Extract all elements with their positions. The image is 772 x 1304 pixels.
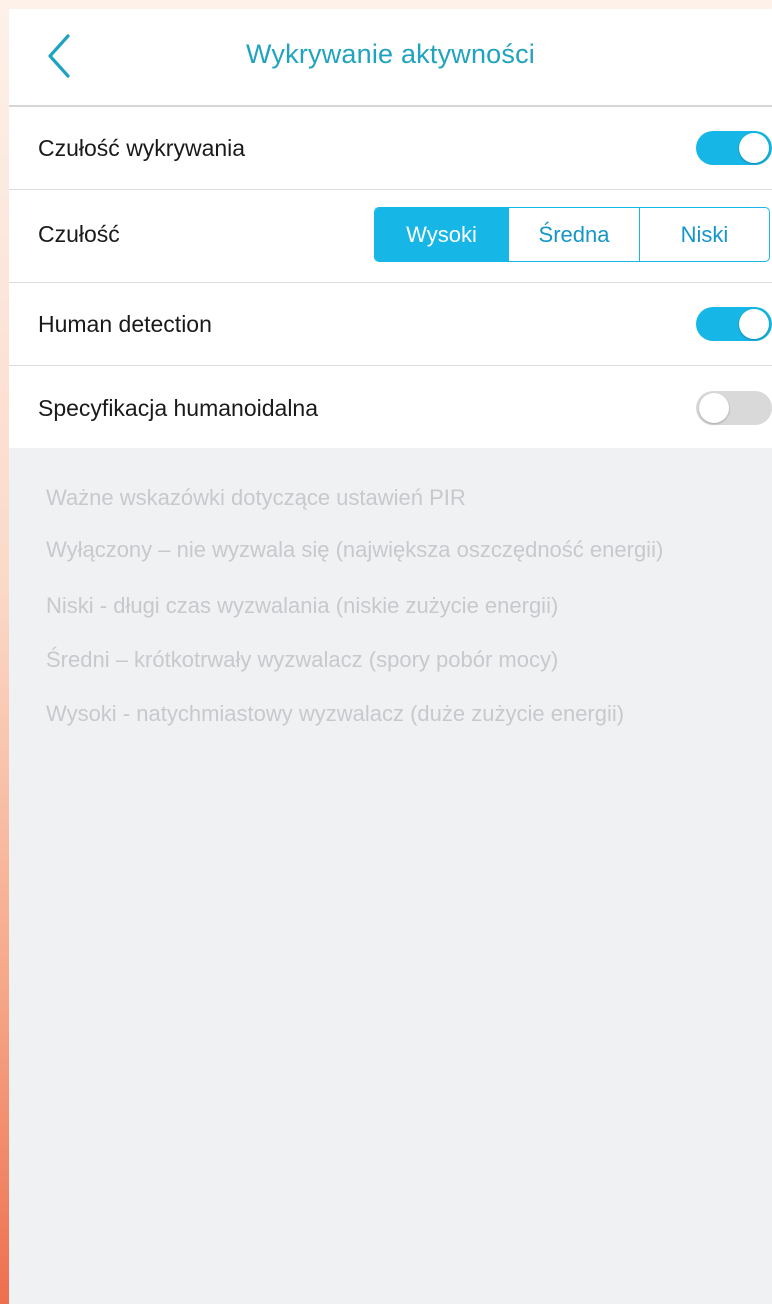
pir-notes: Ważne wskazówki dotyczące ustawień PIR W… [46, 484, 761, 728]
setting-label-motion-sensitivity: Czułość wykrywania [38, 135, 246, 161]
setting-label-human-detection: Human detection [38, 311, 212, 337]
note-low: Niski - długi czas wyzwalania (niskie zu… [46, 593, 559, 618]
humanoid-spec-toggle[interactable] [696, 391, 772, 425]
note-off: Wyłączony – nie wyzwala się (największa … [46, 537, 664, 562]
human-detection-toggle[interactable] [696, 307, 772, 341]
note-medium: Średni – krótkotrwały wyzwalacz (spory p… [46, 647, 559, 672]
note-high: Wysoki - natychmiastowy wyzwalacz (duże … [46, 701, 625, 726]
sensitivity-option-medium[interactable]: Średna [508, 208, 639, 261]
toggle-knob [739, 309, 769, 339]
sensitivity-option-high[interactable]: Wysoki [375, 208, 508, 261]
setting-row-sensitivity: Czułość Wysoki Średna Niski [9, 190, 772, 283]
setting-label-sensitivity: Czułość [38, 221, 120, 247]
setting-row-human-detection: Human detection [9, 283, 772, 366]
toggle-knob [699, 393, 729, 423]
motion-sensitivity-toggle[interactable] [696, 131, 772, 165]
note-heading: Ważne wskazówki dotyczące ustawień PIR [46, 485, 466, 510]
top-bar: Wykrywanie aktywności [9, 9, 772, 107]
page-title: Wykrywanie aktywności [245, 39, 536, 69]
setting-row-humanoid-spec: Specyfikacja humanoidalna [9, 366, 772, 448]
setting-label-humanoid-spec: Specyfikacja humanoidalna [38, 395, 319, 421]
setting-row-motion-sensitivity: Czułość wykrywania [9, 107, 772, 190]
sensitivity-option-low[interactable]: Niski [639, 208, 769, 261]
toggle-knob [739, 133, 769, 163]
app-screen: Wykrywanie aktywności Czułość wykrywania… [9, 9, 772, 1304]
sensitivity-segmented-control: Wysoki Średna Niski [374, 207, 770, 262]
